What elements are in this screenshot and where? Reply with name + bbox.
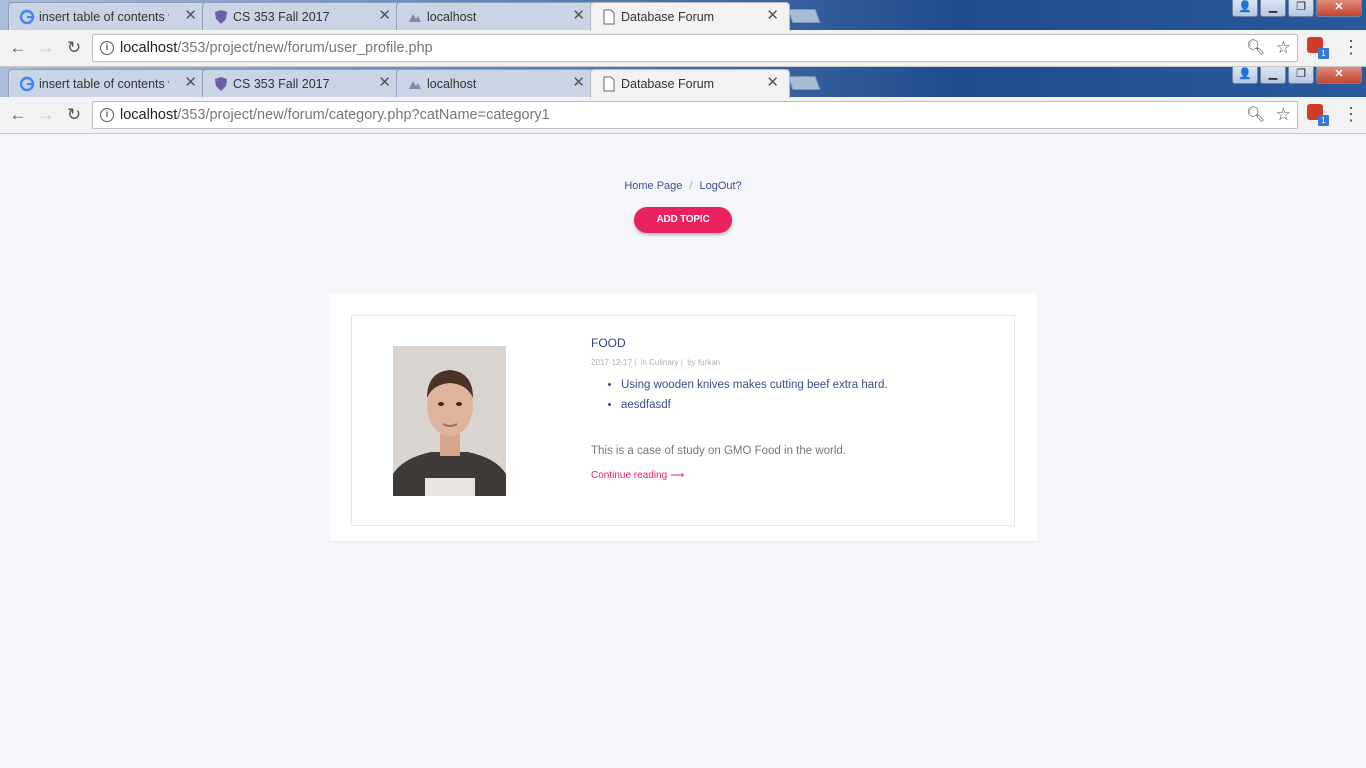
tab-title: CS 353 Fall 2017 bbox=[233, 76, 330, 91]
google-icon bbox=[19, 9, 35, 25]
page-content: Home Page / LogOut? ADD TOPIC FOOD 2017-… bbox=[0, 134, 1366, 768]
bookmark-star-icon[interactable]: ☆ bbox=[1276, 35, 1291, 61]
tab-database-forum[interactable]: Database Forum ✕ bbox=[590, 2, 790, 31]
back-arrow-icon[interactable]: ← bbox=[8, 105, 28, 125]
address-bar[interactable]: i localhost/353/project/new/forum/user_p… bbox=[92, 34, 1298, 62]
tab-strip: insert table of contents w ✕ CS 353 Fall… bbox=[0, 0, 1366, 31]
reload-icon[interactable]: ↻ bbox=[64, 105, 84, 125]
post-summary: This is a case of study on GMO Food in t… bbox=[591, 445, 847, 457]
phpmyadmin-icon bbox=[409, 81, 421, 89]
url-path: /353/project/new/forum/user_profile.php bbox=[177, 40, 433, 56]
url-path: /353/project/new/forum/category.php?catN… bbox=[177, 107, 550, 123]
info-icon[interactable]: i bbox=[100, 108, 114, 122]
close-icon[interactable]: ✕ bbox=[184, 74, 197, 92]
info-icon[interactable]: i bbox=[100, 41, 114, 55]
tab-title: localhost bbox=[427, 76, 477, 91]
forward-arrow-icon[interactable]: → bbox=[36, 105, 56, 125]
page-icon bbox=[603, 9, 615, 25]
google-icon bbox=[19, 76, 35, 92]
tab-localhost[interactable]: localhost ✕ bbox=[396, 2, 596, 30]
page-icon bbox=[603, 76, 615, 92]
tab-google[interactable]: insert table of contents w ✕ bbox=[8, 2, 208, 30]
home-page-link[interactable]: Home Page bbox=[624, 180, 682, 192]
shield-icon bbox=[215, 77, 227, 91]
address-bar[interactable]: i localhost/353/project/new/forum/catego… bbox=[92, 101, 1298, 129]
reload-icon[interactable]: ↻ bbox=[64, 38, 84, 58]
tab-title: Database Forum bbox=[621, 10, 715, 24]
post-card-inner: FOOD 2017-12-17 | in Culinary | by furka… bbox=[351, 315, 1015, 526]
phpmyadmin-icon bbox=[409, 14, 421, 22]
close-icon[interactable]: ✕ bbox=[184, 7, 197, 25]
minimize-button[interactable]: ▁ bbox=[1260, 67, 1286, 84]
list-item[interactable]: aesdfasdf bbox=[621, 399, 991, 411]
close-icon[interactable]: ✕ bbox=[766, 74, 779, 92]
close-icon[interactable]: ✕ bbox=[572, 74, 585, 92]
post-title[interactable]: FOOD bbox=[591, 336, 991, 350]
new-tab-button[interactable] bbox=[787, 76, 821, 90]
post-card: FOOD 2017-12-17 | in Culinary | by furka… bbox=[329, 293, 1037, 541]
tab-title: Database Forum bbox=[621, 77, 715, 91]
tab-title: insert table of contents w bbox=[39, 9, 169, 24]
add-topic-button[interactable]: ADD TOPIC bbox=[634, 207, 732, 233]
close-icon[interactable]: ✕ bbox=[378, 7, 391, 25]
back-arrow-icon[interactable]: ← bbox=[8, 38, 28, 58]
tab-database-forum[interactable]: Database Forum ✕ bbox=[590, 69, 790, 98]
extension-badge: 1 bbox=[1318, 48, 1329, 59]
post-date: 2017-12-17 bbox=[591, 358, 632, 367]
url-host: localhost bbox=[120, 107, 178, 123]
kebab-menu-icon[interactable]: ⋮ bbox=[1342, 36, 1360, 58]
zoom-icon[interactable]: 🔍︎ bbox=[1246, 102, 1265, 128]
post-meta: 2017-12-17 | in Culinary | by furkan bbox=[591, 358, 721, 367]
profile-image bbox=[393, 346, 506, 496]
shield-icon bbox=[215, 10, 227, 24]
tab-title: insert table of contents w bbox=[39, 76, 169, 91]
tab-google[interactable]: insert table of contents w ✕ bbox=[8, 69, 208, 97]
breadcrumb-separator: / bbox=[689, 180, 693, 192]
close-icon[interactable]: ✕ bbox=[766, 7, 779, 25]
minimize-button[interactable]: ▁ bbox=[1260, 0, 1286, 17]
tab-cs353[interactable]: CS 353 Fall 2017 ✕ bbox=[202, 2, 402, 30]
new-tab-button[interactable] bbox=[787, 9, 821, 23]
extension-badge: 1 bbox=[1318, 115, 1329, 126]
kebab-menu-icon[interactable]: ⋮ bbox=[1342, 103, 1360, 125]
zoom-icon[interactable]: 🔍︎ bbox=[1246, 35, 1265, 61]
tab-strip: insert table of contents w ✕ CS 353 Fall… bbox=[0, 67, 1366, 98]
url-host: localhost bbox=[120, 40, 178, 56]
continue-reading-link[interactable]: Continue reading ⟶ bbox=[591, 470, 991, 481]
user-icon[interactable]: 👤 bbox=[1232, 67, 1258, 84]
logout-link[interactable]: LogOut? bbox=[699, 180, 741, 192]
close-icon[interactable]: ✕ bbox=[572, 7, 585, 25]
author-photo bbox=[393, 346, 506, 496]
close-icon[interactable]: ✕ bbox=[378, 74, 391, 92]
user-icon[interactable]: 👤 bbox=[1232, 0, 1258, 17]
tab-localhost[interactable]: localhost ✕ bbox=[396, 69, 596, 97]
tab-title: localhost bbox=[427, 9, 477, 24]
restore-button[interactable]: ❐ bbox=[1288, 67, 1314, 84]
browser-toolbar: ← → ↻ i localhost/353/project/new/forum/… bbox=[0, 30, 1366, 67]
close-window-button[interactable]: ✕ bbox=[1316, 0, 1362, 17]
window-controls: 👤 ▁ ❐ ✕ bbox=[1232, 0, 1362, 17]
forward-arrow-icon[interactable]: → bbox=[36, 38, 56, 58]
browser-toolbar: ← → ↻ i localhost/353/project/new/forum/… bbox=[0, 97, 1366, 134]
breadcrumb: Home Page / LogOut? bbox=[0, 180, 1366, 192]
close-window-button[interactable]: ✕ bbox=[1316, 67, 1362, 84]
list-item[interactable]: Using wooden knives makes cutting beef e… bbox=[621, 379, 991, 391]
post-items: Using wooden knives makes cutting beef e… bbox=[591, 379, 991, 411]
post-author[interactable]: by furkan bbox=[687, 358, 720, 367]
restore-button[interactable]: ❐ bbox=[1288, 0, 1314, 17]
post-body: FOOD 2017-12-17 | in Culinary | by furka… bbox=[591, 336, 991, 481]
post-category[interactable]: in Culinary bbox=[641, 358, 679, 367]
tab-cs353[interactable]: CS 353 Fall 2017 ✕ bbox=[202, 69, 402, 97]
bookmark-star-icon[interactable]: ☆ bbox=[1276, 102, 1291, 128]
tab-title: CS 353 Fall 2017 bbox=[233, 9, 330, 24]
window-controls: 👤 ▁ ❐ ✕ bbox=[1232, 67, 1362, 84]
